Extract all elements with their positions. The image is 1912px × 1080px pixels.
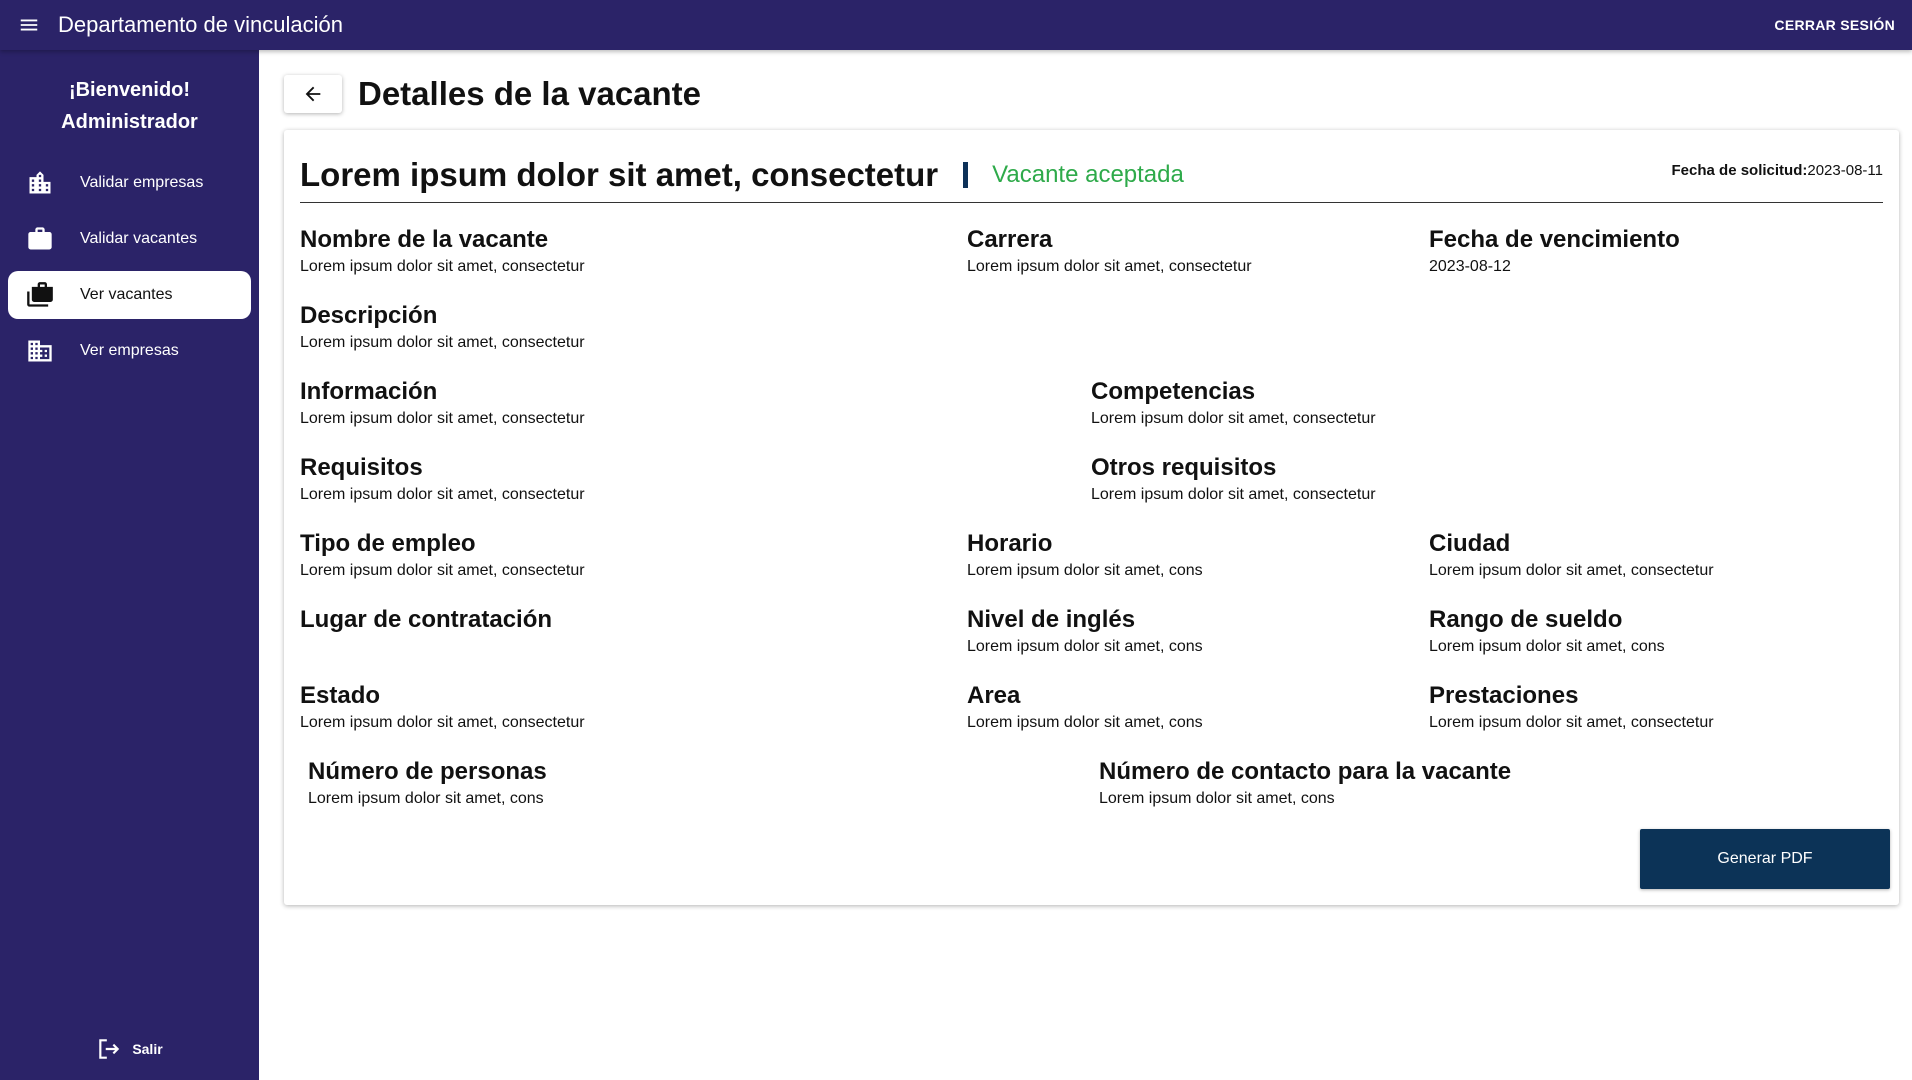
- field-label: Horario: [967, 530, 1053, 557]
- field-label: Area: [967, 682, 1021, 709]
- briefcase-icon: [25, 224, 55, 254]
- arrow-back-icon: [305, 86, 321, 102]
- field-value: Lorem ipsum dolor sit amet, consectetur: [300, 410, 585, 427]
- field-lugar-contratacion: Lugar de contratación: [300, 606, 552, 638]
- welcome-message: ¡Bienvenido! Administrador: [0, 74, 259, 138]
- field-value: Lorem ipsum dolor sit amet, consectetur: [300, 714, 585, 731]
- field-value: Lorem ipsum dolor sit amet, consectetur: [300, 562, 585, 579]
- field-value: Lorem ipsum dolor sit amet, cons: [967, 562, 1203, 579]
- sidebar-item-label: Validar vacantes: [80, 230, 198, 247]
- vacancy-card: Lorem ipsum dolor sit amet, consectetur …: [284, 130, 1899, 905]
- welcome-role: Administrador: [61, 111, 198, 133]
- field-value: Lorem ipsum dolor sit amet, consectetur: [300, 258, 585, 275]
- vacancy-title: Lorem ipsum dolor sit amet, consectetur: [300, 156, 939, 193]
- field-value: Lorem ipsum dolor sit amet, consectetur: [1429, 714, 1714, 731]
- field-horario: Horario Lorem ipsum dolor sit amet, cons: [967, 530, 1203, 580]
- sidebar: ¡Bienvenido! Administrador Validar empre…: [0, 50, 259, 1080]
- logout-icon: [99, 1039, 120, 1059]
- page-title: Detalles de la vacante: [358, 75, 702, 112]
- status-text: Vacante aceptada: [992, 161, 1184, 188]
- menu-button[interactable]: [0, 0, 58, 50]
- field-label: Rango de sueldo: [1429, 606, 1623, 633]
- field-label: Tipo de empleo: [300, 530, 476, 557]
- field-value: Lorem ipsum dolor sit amet, consectetur: [300, 486, 585, 503]
- field-value: Lorem ipsum dolor sit amet, consectetur: [1091, 410, 1376, 427]
- welcome-greeting: ¡Bienvenido!: [68, 79, 191, 101]
- divider: [963, 162, 969, 188]
- field-value: 2023-08-12: [1429, 258, 1511, 275]
- request-date: Fecha de solicitud:2023-08-11: [1672, 162, 1883, 179]
- field-label: Otros requisitos: [1091, 454, 1277, 481]
- page-header: Detalles de la vacante: [284, 75, 701, 113]
- field-label: Número de contacto para la vacante: [1099, 758, 1512, 785]
- field-label: Prestaciones: [1429, 682, 1579, 709]
- field-numero-contacto: Número de contacto para la vacante Lorem…: [1099, 758, 1511, 808]
- sidebar-item-label: Ver empresas: [80, 342, 179, 359]
- field-nombre: Nombre de la vacante Lorem ipsum dolor s…: [300, 226, 585, 276]
- field-value: Lorem ipsum dolor sit amet, cons: [967, 714, 1203, 731]
- hamburger-icon: [20, 19, 38, 31]
- main-content: Detalles de la vacante Lorem ipsum dolor…: [259, 50, 1912, 1080]
- sidebar-item-label: Ver vacantes: [80, 286, 173, 303]
- sidebar-item-validar-vacantes[interactable]: Validar vacantes: [8, 215, 251, 263]
- sidebar-item-ver-empresas[interactable]: Ver empresas: [8, 327, 251, 375]
- business-icon: [25, 336, 55, 366]
- field-label: Requisitos: [300, 454, 423, 481]
- field-label: Descripción: [300, 302, 438, 329]
- field-informacion: Información Lorem ipsum dolor sit amet, …: [300, 378, 585, 428]
- field-value: Lorem ipsum dolor sit amet, cons: [1099, 790, 1335, 807]
- field-numero-personas: Número de personas Lorem ipsum dolor sit…: [308, 758, 547, 808]
- field-requisitos: Requisitos Lorem ipsum dolor sit amet, c…: [300, 454, 585, 504]
- field-label: Número de personas: [308, 758, 547, 785]
- field-label: Información: [300, 378, 438, 405]
- field-label: Nombre de la vacante: [300, 226, 549, 253]
- field-label: Competencias: [1091, 378, 1256, 405]
- field-tipo-empleo: Tipo de empleo Lorem ipsum dolor sit ame…: [300, 530, 585, 580]
- sidebar-item-validar-empresas[interactable]: Validar empresas: [8, 159, 251, 207]
- sidebar-item-label: Validar empresas: [80, 174, 204, 191]
- request-date-label: Fecha de solicitud:: [1671, 162, 1808, 179]
- field-ciudad: Ciudad Lorem ipsum dolor sit amet, conse…: [1429, 530, 1714, 580]
- field-value: Lorem ipsum dolor sit amet, consectetur: [300, 334, 585, 351]
- field-value: Lorem ipsum dolor sit amet, consectetur: [967, 258, 1252, 275]
- field-label: Ciudad: [1429, 530, 1511, 557]
- field-area: Area Lorem ipsum dolor sit amet, cons: [967, 682, 1203, 732]
- field-carrera: Carrera Lorem ipsum dolor sit amet, cons…: [967, 226, 1252, 276]
- field-label: Nivel de inglés: [967, 606, 1136, 633]
- field-vencimiento: Fecha de vencimiento 2023-08-12: [1429, 226, 1680, 276]
- sidebar-nav: Validar empresas Validar vacantes Ver va…: [0, 159, 259, 375]
- exit-button[interactable]: Salir: [0, 1036, 259, 1062]
- building-icon: [25, 168, 55, 198]
- field-nivel-ingles: Nivel de inglés Lorem ipsum dolor sit am…: [967, 606, 1203, 656]
- field-descripcion: Descripción Lorem ipsum dolor sit amet, …: [300, 302, 585, 352]
- field-label: Estado: [300, 682, 381, 709]
- field-value: Lorem ipsum dolor sit amet, consectetur: [1091, 486, 1376, 503]
- logout-button[interactable]: CERRAR SESIÓN: [1774, 0, 1895, 50]
- field-estado: Estado Lorem ipsum dolor sit amet, conse…: [300, 682, 585, 732]
- field-label: Carrera: [967, 226, 1053, 253]
- app-bar: Departamento de vinculación CERRAR SESIÓ…: [0, 0, 1912, 50]
- field-rango-sueldo: Rango de sueldo Lorem ipsum dolor sit am…: [1429, 606, 1665, 656]
- field-competencias: Competencias Lorem ipsum dolor sit amet,…: [1091, 378, 1376, 428]
- sidebar-item-ver-vacantes[interactable]: Ver vacantes: [8, 271, 251, 319]
- field-value: Lorem ipsum dolor sit amet, cons: [1429, 638, 1665, 655]
- briefcases-icon: [25, 280, 55, 310]
- app-title: Departamento de vinculación: [58, 12, 343, 37]
- field-label: Fecha de vencimiento: [1429, 226, 1680, 253]
- field-value: Lorem ipsum dolor sit amet, cons: [308, 790, 544, 807]
- field-otros-requisitos: Otros requisitos Lorem ipsum dolor sit a…: [1091, 454, 1376, 504]
- field-prestaciones: Prestaciones Lorem ipsum dolor sit amet,…: [1429, 682, 1714, 732]
- field-value: Lorem ipsum dolor sit amet, cons: [967, 638, 1203, 655]
- field-value: Lorem ipsum dolor sit amet, consectetur: [1429, 562, 1714, 579]
- exit-label: Salir: [132, 1041, 163, 1057]
- vacancy-header: Lorem ipsum dolor sit amet, consectetur …: [300, 148, 1883, 203]
- field-label: Lugar de contratación: [300, 606, 553, 633]
- back-button[interactable]: [284, 75, 342, 113]
- generate-pdf-button[interactable]: Generar PDF: [1640, 829, 1890, 889]
- request-date-value: 2023-08-11: [1807, 162, 1883, 179]
